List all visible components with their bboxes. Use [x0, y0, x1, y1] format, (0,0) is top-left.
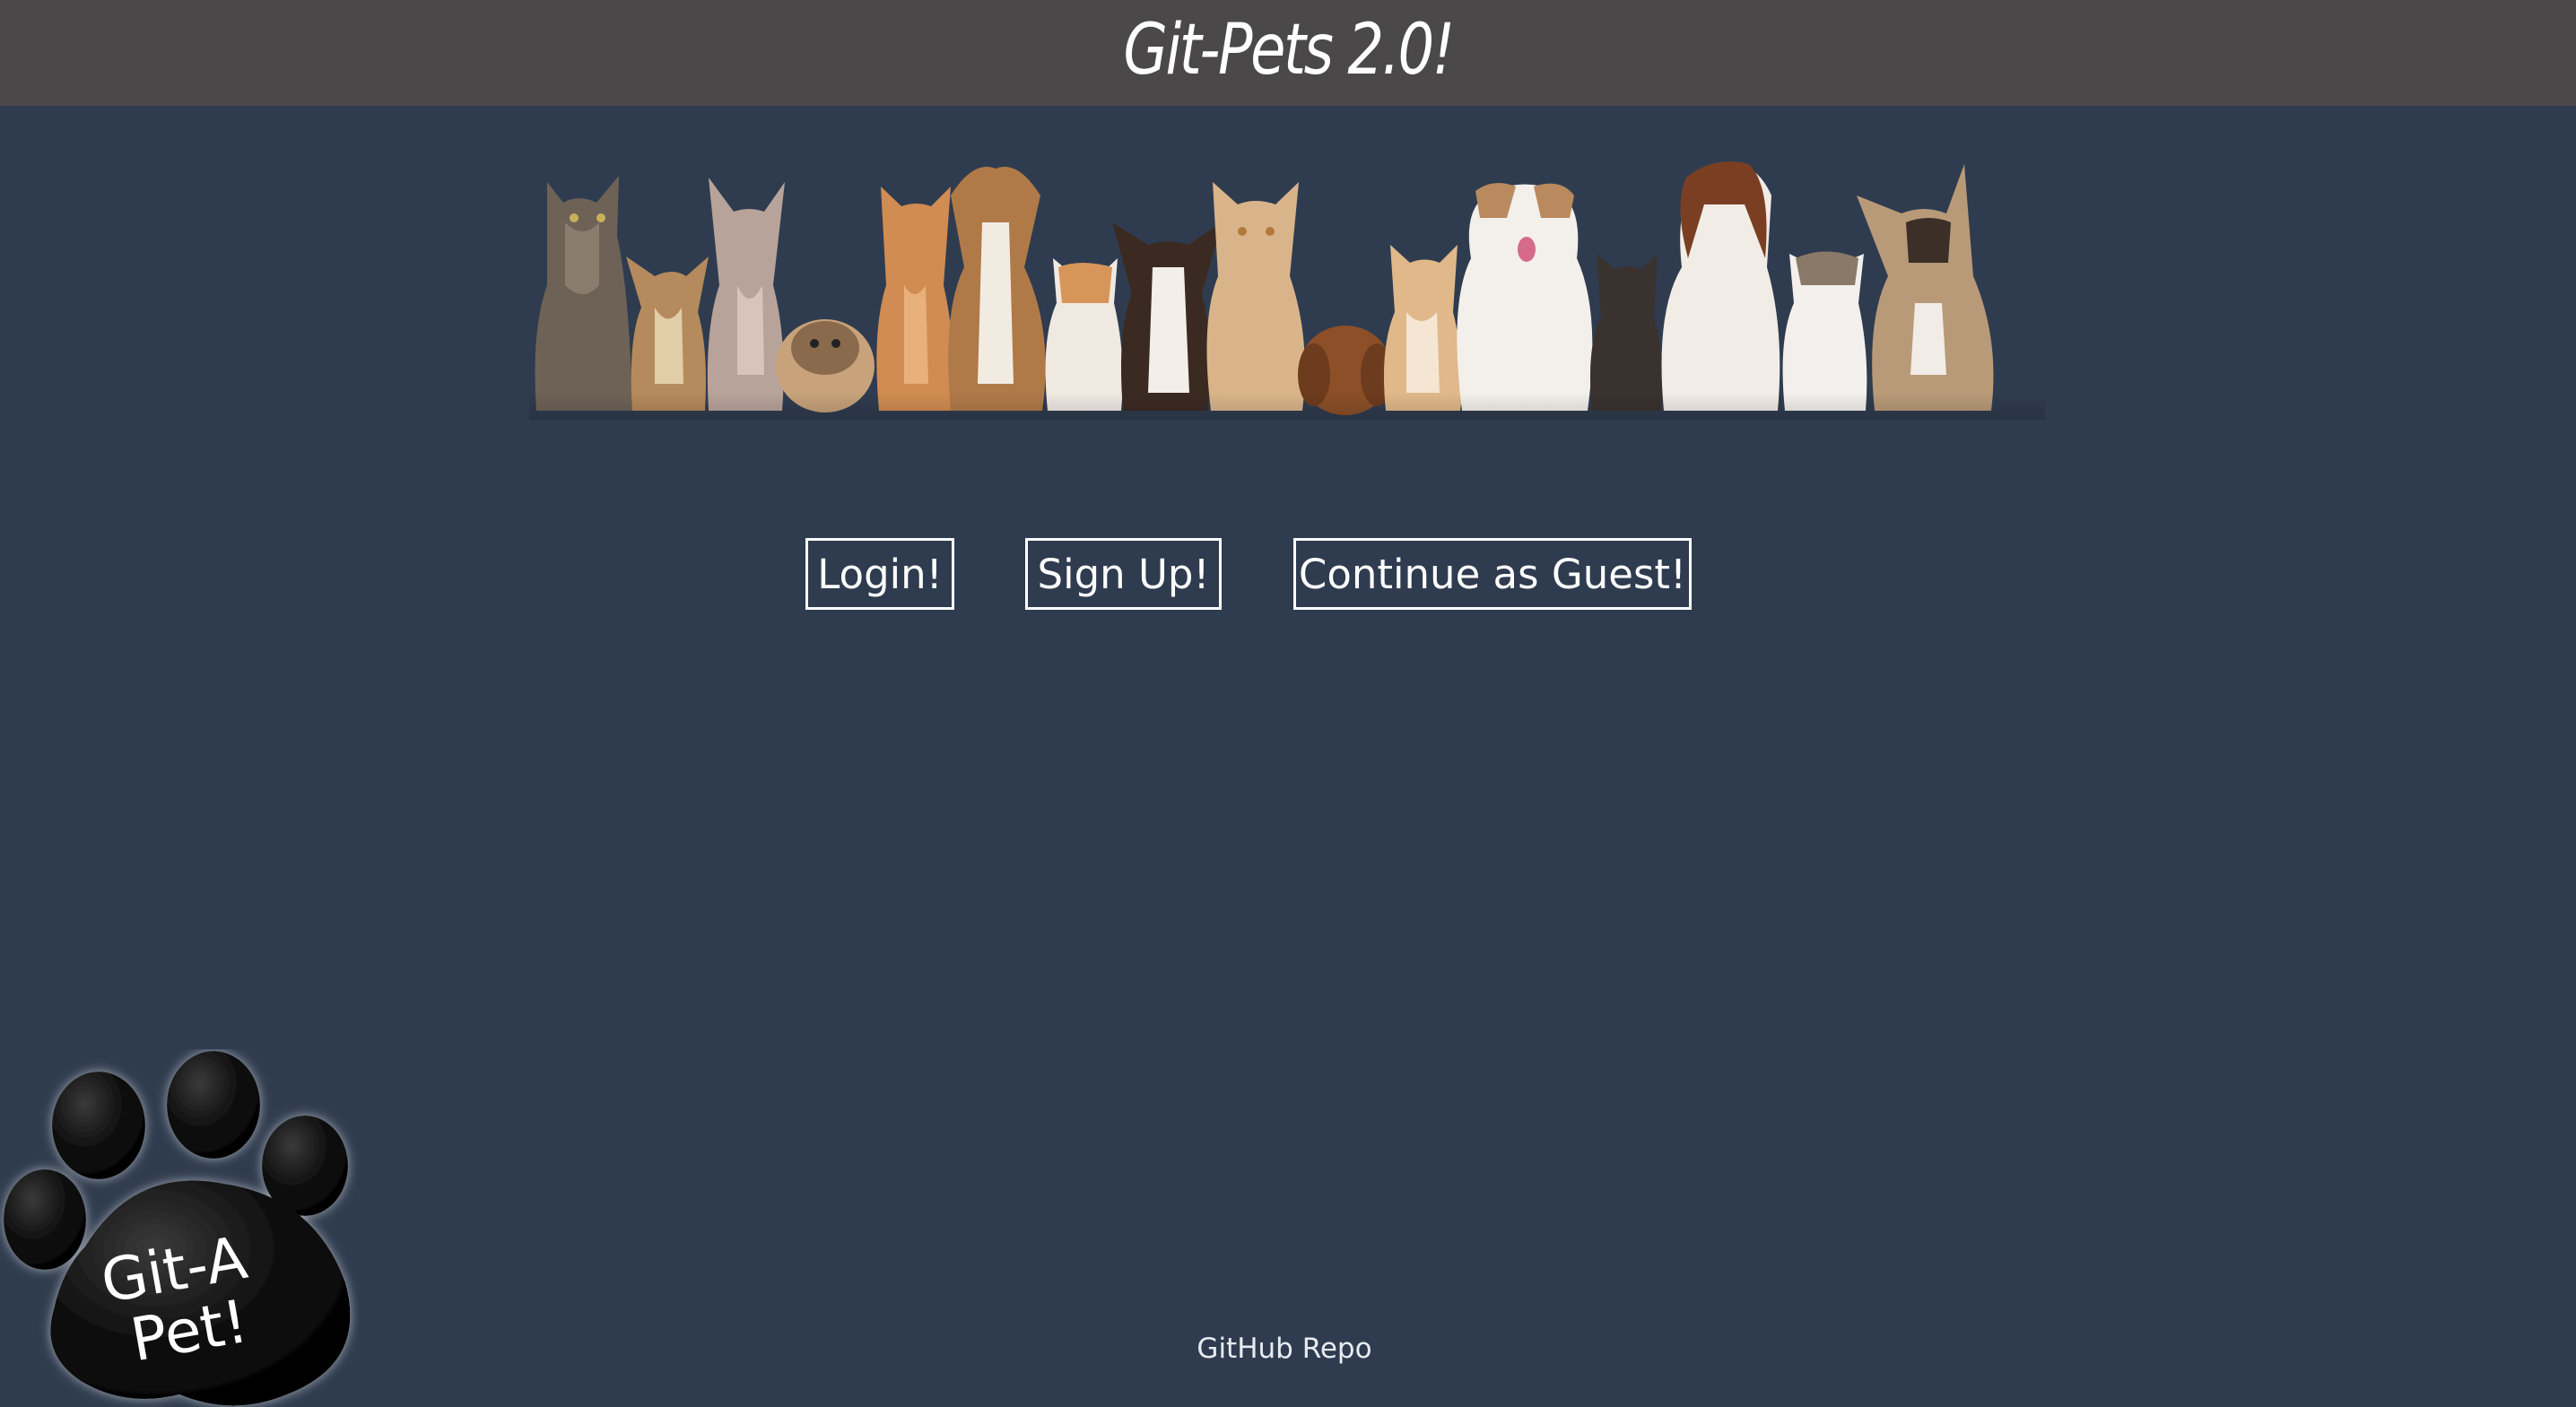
auth-button-row: Login! Sign Up! Continue as Guest!: [0, 538, 2576, 615]
continue-as-guest-button[interactable]: Continue as Guest!: [1293, 538, 1692, 610]
bulldog: [1457, 183, 1593, 411]
signup-button[interactable]: Sign Up!: [1025, 538, 1222, 610]
maine-coon-cat: [535, 176, 632, 411]
french-bulldog: [1857, 164, 1994, 411]
basset-hound: [1661, 161, 1780, 411]
chihuahua-dog: [1112, 222, 1222, 411]
calico-kitten: [1045, 258, 1123, 411]
orange-tabby-cat: [876, 187, 953, 411]
small-dog: [626, 256, 709, 411]
ginger-kitten: [1383, 245, 1463, 411]
paw-toe-1: [52, 1072, 145, 1179]
pets-banner-image: [529, 161, 2045, 420]
github-repo-link[interactable]: GitHub Repo: [0, 1333, 2569, 1365]
paw-toe-2: [167, 1051, 260, 1159]
header-bar: Git-Pets 2.0!: [0, 0, 2576, 106]
exotic-shorthair-cat: [1782, 251, 1867, 411]
app-title: Git-Pets 2.0!: [1123, 10, 1455, 91]
tortoiseshell-kitten: [1589, 254, 1663, 411]
cream-cat: [1206, 182, 1305, 411]
paw-toe-4: [4, 1169, 86, 1270]
login-button[interactable]: Login!: [805, 538, 954, 610]
brown-white-dog: [948, 167, 1046, 411]
sphynx-cat: [707, 178, 785, 411]
